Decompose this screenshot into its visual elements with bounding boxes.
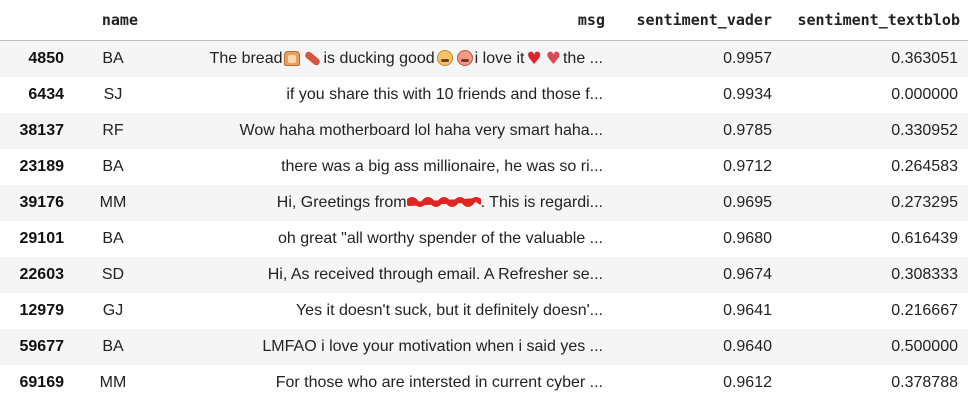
msg-cell: oh great "all worthy spender of the valu… bbox=[278, 229, 603, 247]
table-row: 59677 BA LMFAO i love your motivation wh… bbox=[0, 328, 968, 365]
row-index: 6434 bbox=[28, 85, 64, 103]
red-heart-icon: ♥ bbox=[526, 48, 542, 69]
name-cell: GJ bbox=[102, 301, 124, 319]
sentiment-textblob-cell: 0.308333 bbox=[891, 265, 958, 283]
sentiment-textblob-cell: 0.363051 bbox=[891, 49, 958, 67]
header-name: name bbox=[74, 0, 146, 41]
table-row: 39176 MM Hi, Greetings from . This is reg… bbox=[0, 184, 968, 221]
sentiment-textblob-cell: 0.330952 bbox=[891, 121, 958, 139]
broken-heart-icon: ♥ bbox=[545, 48, 561, 69]
row-index: 12979 bbox=[19, 301, 65, 319]
msg-cell: LMFAO i love your motivation when i said… bbox=[262, 337, 603, 355]
redaction-scribble bbox=[406, 196, 481, 208]
table-row: 22603 SD Hi, As received through email. … bbox=[0, 256, 968, 293]
table-row: 6434 SJ if you share this with 10 friend… bbox=[0, 76, 968, 113]
sentiment-vader-cell: 0.9674 bbox=[723, 265, 772, 283]
header-sentiment-textblob: sentiment_textblob bbox=[780, 0, 968, 41]
sentiment-vader-cell: 0.9695 bbox=[723, 193, 772, 211]
name-cell: MM bbox=[99, 193, 127, 211]
sentiment-textblob-cell: 0.500000 bbox=[891, 337, 958, 355]
row-index: 29101 bbox=[19, 229, 65, 247]
header-sentiment-vader: sentiment_vader bbox=[613, 0, 780, 41]
table-header: name msg sentiment_vader sentiment_textb… bbox=[0, 0, 968, 41]
row-index: 38137 bbox=[19, 121, 65, 139]
name-cell: BA bbox=[102, 49, 124, 67]
sentiment-textblob-cell: 0.264583 bbox=[891, 157, 958, 175]
sentiment-textblob-cell: 0.000000 bbox=[891, 85, 958, 103]
msg-text: The bread bbox=[209, 49, 283, 67]
table-row: 4850 BA The bread is ducking good i love i… bbox=[0, 40, 968, 77]
sentiment-vader-cell: 0.9641 bbox=[723, 301, 772, 319]
row-index: 22603 bbox=[19, 265, 65, 283]
table-row: 38137 RF Wow haha motherboard lol haha v… bbox=[0, 112, 968, 149]
table-body: 4850 BA The bread is ducking good i love i… bbox=[0, 40, 968, 401]
row-index: 23189 bbox=[19, 157, 65, 175]
name-cell: SJ bbox=[103, 85, 123, 103]
bread-icon bbox=[284, 50, 301, 66]
header-msg: msg bbox=[146, 0, 613, 41]
msg-cell: if you share this with 10 friends and th… bbox=[286, 85, 603, 103]
name-cell: BA bbox=[102, 157, 124, 175]
name-cell: BA bbox=[102, 337, 124, 355]
sentiment-vader-cell: 0.9612 bbox=[723, 373, 772, 391]
sentiment-textblob-cell: 0.273295 bbox=[891, 193, 958, 211]
sentiment-vader-cell: 0.9934 bbox=[723, 85, 772, 103]
sentiment-vader-cell: 0.9680 bbox=[723, 229, 772, 247]
pouting-face-icon bbox=[456, 49, 473, 66]
table-row: 23189 BA there was a big ass millionaire… bbox=[0, 148, 968, 185]
sentiment-textblob-cell: 0.378788 bbox=[891, 373, 958, 391]
header-index bbox=[0, 0, 74, 41]
msg-text: i love it bbox=[474, 49, 525, 67]
dataframe-table: name msg sentiment_vader sentiment_textb… bbox=[0, 0, 968, 401]
sentiment-textblob-cell: 0.616439 bbox=[891, 229, 958, 247]
msg-cell: Yes it doesn't suck, but it definitely d… bbox=[295, 301, 603, 319]
row-index: 39176 bbox=[19, 193, 65, 211]
sentiment-textblob-cell: 0.216667 bbox=[891, 301, 958, 319]
msg-text: Hi, Greetings from bbox=[276, 193, 407, 211]
msg-cell: there was a big ass millionaire, he was … bbox=[281, 157, 603, 175]
row-index: 69169 bbox=[19, 373, 65, 391]
msg-cell: For those who are intersted in current c… bbox=[275, 373, 603, 391]
sentiment-vader-cell: 0.9785 bbox=[723, 121, 772, 139]
name-cell: RF bbox=[102, 121, 124, 139]
sentiment-vader-cell: 0.9640 bbox=[723, 337, 772, 355]
msg-text: the ... bbox=[562, 49, 603, 67]
row-index: 4850 bbox=[28, 49, 64, 67]
msg-text: is ducking good bbox=[323, 49, 435, 67]
msg-cell: Hi, As received through email. A Refresh… bbox=[267, 265, 603, 283]
msg-cell: Wow haha motherboard lol haha very smart… bbox=[239, 121, 603, 139]
weary-face-icon bbox=[436, 49, 453, 66]
sentiment-vader-cell: 0.9957 bbox=[723, 49, 772, 67]
header-row: name msg sentiment_vader sentiment_textb… bbox=[0, 0, 968, 41]
name-cell: SD bbox=[101, 265, 125, 283]
row-index: 59677 bbox=[19, 337, 65, 355]
sentiment-vader-cell: 0.9712 bbox=[723, 157, 772, 175]
sausage-icon bbox=[304, 50, 322, 67]
name-cell: MM bbox=[99, 373, 127, 391]
table-row: 69169 MM For those who are intersted in … bbox=[0, 364, 968, 401]
table-row: 29101 BA oh great "all worthy spender of… bbox=[0, 220, 968, 257]
msg-text: . This is regardi... bbox=[480, 193, 603, 211]
table-row: 12979 GJ Yes it doesn't suck, but it def… bbox=[0, 292, 968, 329]
name-cell: BA bbox=[102, 229, 124, 247]
msg-cell: Hi, Greetings from . This is regardi... bbox=[146, 185, 613, 221]
msg-cell: The bread is ducking good i love it ♥ ♥ the .… bbox=[146, 41, 613, 77]
